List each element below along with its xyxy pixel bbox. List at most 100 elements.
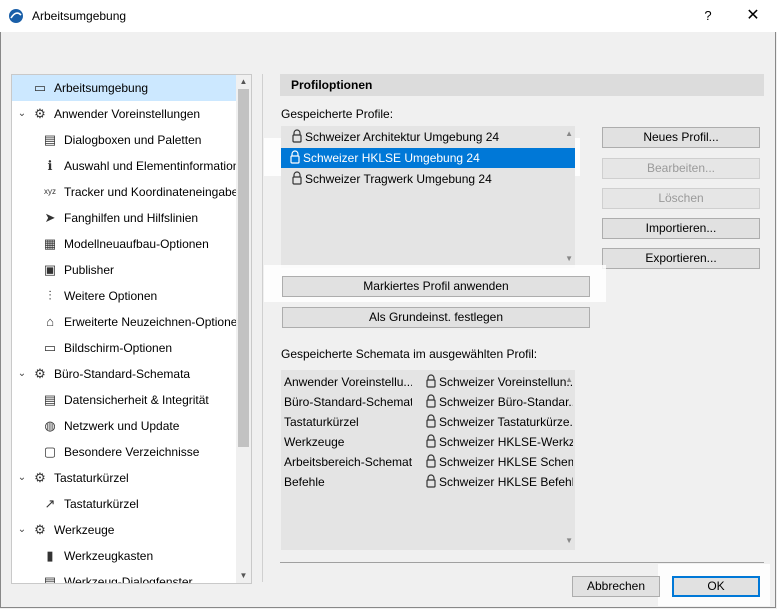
tree-item[interactable]: ➤ Fanghilfen und Hilfslinien [12,205,236,231]
tools-icon: ⚙ [34,522,46,537]
tree-item-label: Netzwerk und Update [64,419,180,433]
tree-item[interactable]: ▭ Bildschirm-Optionen [12,335,236,361]
tree-item-label: Tastaturkürzel [64,497,139,511]
table-row[interactable]: Befehle Schweizer HKLSE Befehl... [281,472,573,492]
globe-icon: ◍ [44,418,56,433]
tree-item[interactable]: ⌄ ⚙ Tastaturkürzel [12,465,236,491]
tree-item-label: Bildschirm-Optionen [64,341,173,355]
scheme-value: Schweizer HKLSE Schem... [425,452,573,472]
scheme-value: Schweizer HKLSE Befehl... [425,472,573,492]
apply-profile-button[interactable]: Markiertes Profil anwenden [282,276,590,297]
lock-icon [426,434,436,448]
tree-item[interactable]: ▮ Werkzeugkasten [12,543,236,569]
brick-icon: ▦ [43,236,57,251]
tree-item-label: Arbeitsumgebung [54,81,149,95]
tree-item[interactable]: ▣ Publisher [12,257,236,283]
lock-icon [291,171,305,186]
folder-icon: ▢ [43,444,57,459]
cursor-icon: ➤ [44,210,56,225]
tree-item[interactable]: ⌄ ⚙ Büro-Standard-Schemata [12,361,236,387]
tree-item[interactable]: ▤ Werkzeug-Dialogfenster [12,569,236,584]
schemes-table[interactable]: ▲ ▼ Anwender Voreinstellu... Schweizer Vo… [281,370,575,550]
tree-item-label: Auswahl und Elementinformation [64,159,240,173]
scheme-value-text: Schweizer HKLSE Befehl... [439,475,573,489]
lock-icon [289,150,303,165]
panel-divider [262,74,263,582]
tree-item[interactable]: xyz Tracker und Koordinateneingabe [12,179,238,205]
expand-chevron-icon[interactable]: ⌄ [16,517,28,543]
tree-item[interactable]: ▤ Datensicherheit & Integrität [12,387,236,413]
house-icon: ⌂ [46,314,54,329]
table-row[interactable]: Büro-Standard-Schemata Schweizer Büro-Sta… [281,392,573,412]
profile-item[interactable]: Schweizer Architektur Umgebung 24 [291,127,499,147]
new-profile-button[interactable]: Neues Profil... [602,127,760,148]
tree-item-label: Modellneuaufbau-Optionen [64,237,209,251]
tree-item-label: Weitere Optionen [64,289,158,303]
scheme-type: Anwender Voreinstellu... [284,375,412,389]
close-button[interactable]: ✕ [735,4,771,28]
tree-item-label: Anwender Voreinstellungen [54,107,201,121]
tree-item-label: Dialogboxen und Paletten [64,133,202,147]
edit-button[interactable]: Bearbeiten... [602,158,760,179]
tree-item[interactable]: ⌄ ⚙ Werkzeuge [12,517,236,543]
tree-item[interactable]: ▢ Besondere Verzeichnisse [12,439,236,465]
tree-item-label: Datensicherheit & Integrität [64,393,209,407]
sliders-icon: ⫶ [48,288,52,303]
export-button[interactable]: Exportieren... [602,248,760,269]
scroll-down-icon[interactable]: ▼ [236,569,251,583]
tree-item-label: Büro-Standard-Schemata [54,367,191,381]
footer-divider [280,562,764,563]
scheme-type: Werkzeuge [284,435,345,449]
tree-item[interactable]: ⌄ ⚙ Anwender Voreinstellungen [12,101,236,127]
tree-item[interactable]: ◍ Netzwerk und Update [12,413,236,439]
table-row[interactable]: Anwender Voreinstellu... Schweizer Vorein… [281,372,573,392]
expand-chevron-icon[interactable]: ⌄ [16,361,28,387]
list-scroll-up-icon[interactable]: ▲ [565,129,573,138]
scheme-value: Schweizer Voreinstellun... [425,372,573,392]
profile-list[interactable]: ▲ ▼ Schweizer Architektur Umgebung 24 Sch… [281,126,575,268]
tool-dialog-icon: ▤ [43,574,57,584]
tree-scrollbar[interactable]: ▲ ▼ [236,75,251,583]
xyz-icon: xyz [44,187,56,196]
profile-name: Schweizer HKLSE Umgebung 24 [303,151,480,165]
profile-name: Schweizer Tragwerk Umgebung 24 [305,172,492,186]
table-row[interactable]: Tastaturkürzel Schweizer Tastaturkürze... [281,412,573,432]
tree-item-label: Besondere Verzeichnisse [64,445,200,459]
settings-tree[interactable]: ▤ Werkzeug-Dialogfenster ▮ Werkzeugkasten ⌄ ⚙… [11,74,252,584]
ok-button[interactable]: OK [672,576,760,597]
expand-chevron-icon[interactable]: ⌄ [16,101,28,127]
set-default-button[interactable]: Als Grundeinst. festlegen [282,307,590,328]
scroll-up-icon[interactable]: ▲ [236,75,251,89]
delete-button[interactable]: Löschen [602,188,760,209]
table-row[interactable]: Arbeitsbereich-Schemata Schweizer HKLSE S… [281,452,573,472]
tree-item[interactable]: ⌂ Erweiterte Neuzeichnen-Optionen [12,309,244,335]
scheme-value-text: Schweizer Tastaturkürze... [439,415,573,429]
tree-item-label: Tastaturkürzel [54,471,129,485]
scheme-value-text: Schweizer Büro-Standar... [439,395,573,409]
window-title: Arbeitsumgebung [32,9,127,23]
cancel-button[interactable]: Abbrechen [572,576,660,597]
help-button[interactable]: ? [690,4,726,28]
profile-item[interactable]: Schweizer HKLSE Umgebung 24 [281,148,575,168]
list-scroll-down-icon[interactable]: ▼ [565,254,573,263]
table-row[interactable]: Werkzeuge Schweizer HKLSE-Werkz... [281,432,573,452]
scroll-thumb[interactable] [238,89,249,447]
tree-item[interactable]: ▦ Modellneuaufbau-Optionen [12,231,236,257]
tree-item[interactable]: ▤ Dialogboxen und Paletten [12,127,236,153]
tree-item[interactable]: ↗ Tastaturkürzel [12,491,236,517]
tree-item[interactable]: ⫶ Weitere Optionen [12,283,236,309]
saved-profiles-label: Gespeicherte Profile: [281,107,394,121]
schemes-label: Gespeicherte Schemata im ausgewählten Pr… [281,347,538,361]
lock-icon [426,374,436,388]
tree-item[interactable]: ▭ Arbeitsumgebung [12,75,236,101]
scheme-value-text: Schweizer Voreinstellun... [439,375,573,389]
expand-chevron-icon[interactable]: ⌄ [16,465,28,491]
scheme-value-text: Schweizer HKLSE Schem... [439,455,573,469]
import-button[interactable]: Importieren... [602,218,760,239]
tree-item-label: Werkzeuge [54,523,115,537]
title-bar: Arbeitsumgebung ? ✕ [0,0,777,32]
table-scroll-down-icon[interactable]: ▼ [565,536,573,545]
scheme-value: Schweizer Büro-Standar... [425,392,573,412]
tree-item[interactable]: ℹ Auswahl und Elementinformation [12,153,240,179]
profile-item[interactable]: Schweizer Tragwerk Umgebung 24 [291,169,492,189]
